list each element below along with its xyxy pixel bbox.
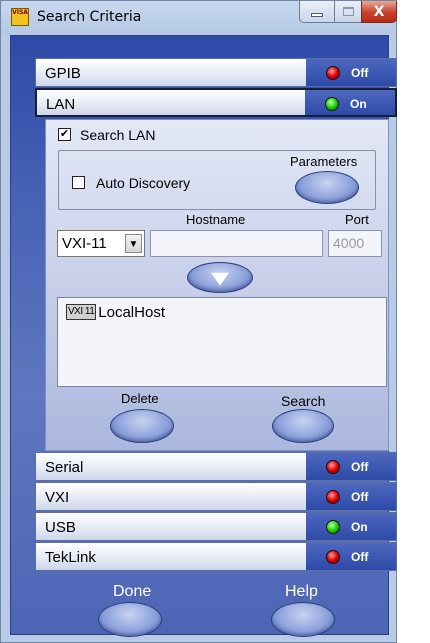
search-button[interactable] <box>272 409 334 443</box>
delete-button[interactable] <box>110 409 174 443</box>
app-icon: VISA <box>11 8 29 26</box>
hostname-input[interactable] <box>150 230 323 257</box>
status-indicator: Off <box>306 59 396 86</box>
status-text: Off <box>351 490 369 504</box>
section-label: LAN <box>46 96 76 113</box>
status-text: On <box>351 520 368 534</box>
window-title: Search Criteria <box>37 9 142 25</box>
status-indicator: Off <box>306 453 396 480</box>
protocol-select[interactable]: VXI-11 ▼ <box>57 230 145 257</box>
host-name: LocalHost <box>98 303 165 321</box>
section-teklink[interactable]: TekLink Off <box>35 542 397 571</box>
checkmark-icon: ✔ <box>59 128 70 140</box>
resource-type-tag: VXI 11 <box>66 304 97 320</box>
protocol-value: VXI-11 <box>62 235 107 252</box>
port-label: Port <box>345 212 369 227</box>
maximize-icon <box>342 7 354 16</box>
title-bar[interactable]: VISA Search Criteria X <box>1 1 397 35</box>
instrument-list[interactable]: VXI 11 LocalHost <box>57 297 387 387</box>
parameters-label: Parameters <box>290 154 358 169</box>
section-label: Serial <box>45 459 84 476</box>
section-label: USB <box>45 519 76 536</box>
lan-settings-panel: ✔ Search LAN Auto Discovery Parameters H… <box>45 119 389 451</box>
status-indicator: Off <box>306 543 396 570</box>
section-label: GPIB <box>45 65 81 82</box>
search-lan-checkbox[interactable]: ✔ <box>58 128 71 141</box>
list-item[interactable]: VXI 11 LocalHost <box>66 302 165 322</box>
search-label: Search <box>281 393 326 409</box>
search-lan-label: Search LAN <box>80 127 156 143</box>
maximize-button[interactable] <box>334 1 362 23</box>
status-text: Off <box>351 66 369 80</box>
status-led-icon <box>326 460 340 474</box>
done-label: Done <box>113 583 152 600</box>
auto-discovery-checkbox[interactable] <box>72 176 85 189</box>
status-text: Off <box>351 460 369 474</box>
hostname-label: Hostname <box>186 212 246 227</box>
down-arrow-icon <box>211 272 229 286</box>
minimize-button[interactable] <box>299 1 335 23</box>
status-led-icon <box>326 550 340 564</box>
delete-label: Delete <box>121 391 159 406</box>
status-led-icon <box>326 520 340 534</box>
minimize-icon <box>311 12 323 17</box>
add-host-button[interactable] <box>187 262 253 293</box>
section-vxi[interactable]: VXI Off <box>35 482 397 511</box>
port-value: 4000 <box>333 235 365 251</box>
done-button[interactable] <box>98 602 162 637</box>
section-label: VXI <box>45 489 70 506</box>
auto-discovery-label: Auto Discovery <box>96 175 191 191</box>
status-led-icon <box>326 490 340 504</box>
status-indicator: On <box>305 90 395 115</box>
search-criteria-window: VISA Search Criteria X GPIB Off LAN On ✔ <box>0 0 397 643</box>
status-indicator: On <box>306 513 396 540</box>
section-gpib[interactable]: GPIB Off <box>35 58 397 87</box>
help-button[interactable] <box>271 602 335 637</box>
status-text: On <box>350 97 367 111</box>
dropdown-arrow-icon: ▼ <box>125 234 142 253</box>
section-usb[interactable]: USB On <box>35 512 397 541</box>
close-button[interactable]: X <box>361 1 397 23</box>
status-led-icon <box>326 66 340 80</box>
parameters-button[interactable] <box>295 171 359 204</box>
section-lan[interactable]: LAN On <box>35 88 397 117</box>
status-text: Off <box>351 550 369 564</box>
section-label: TekLink <box>45 549 96 566</box>
close-icon: X <box>373 3 385 20</box>
section-serial[interactable]: Serial Off <box>35 452 397 481</box>
status-led-icon <box>325 97 339 111</box>
status-indicator: Off <box>306 483 396 510</box>
port-input[interactable]: 4000 <box>328 230 382 257</box>
help-label: Help <box>285 583 318 600</box>
